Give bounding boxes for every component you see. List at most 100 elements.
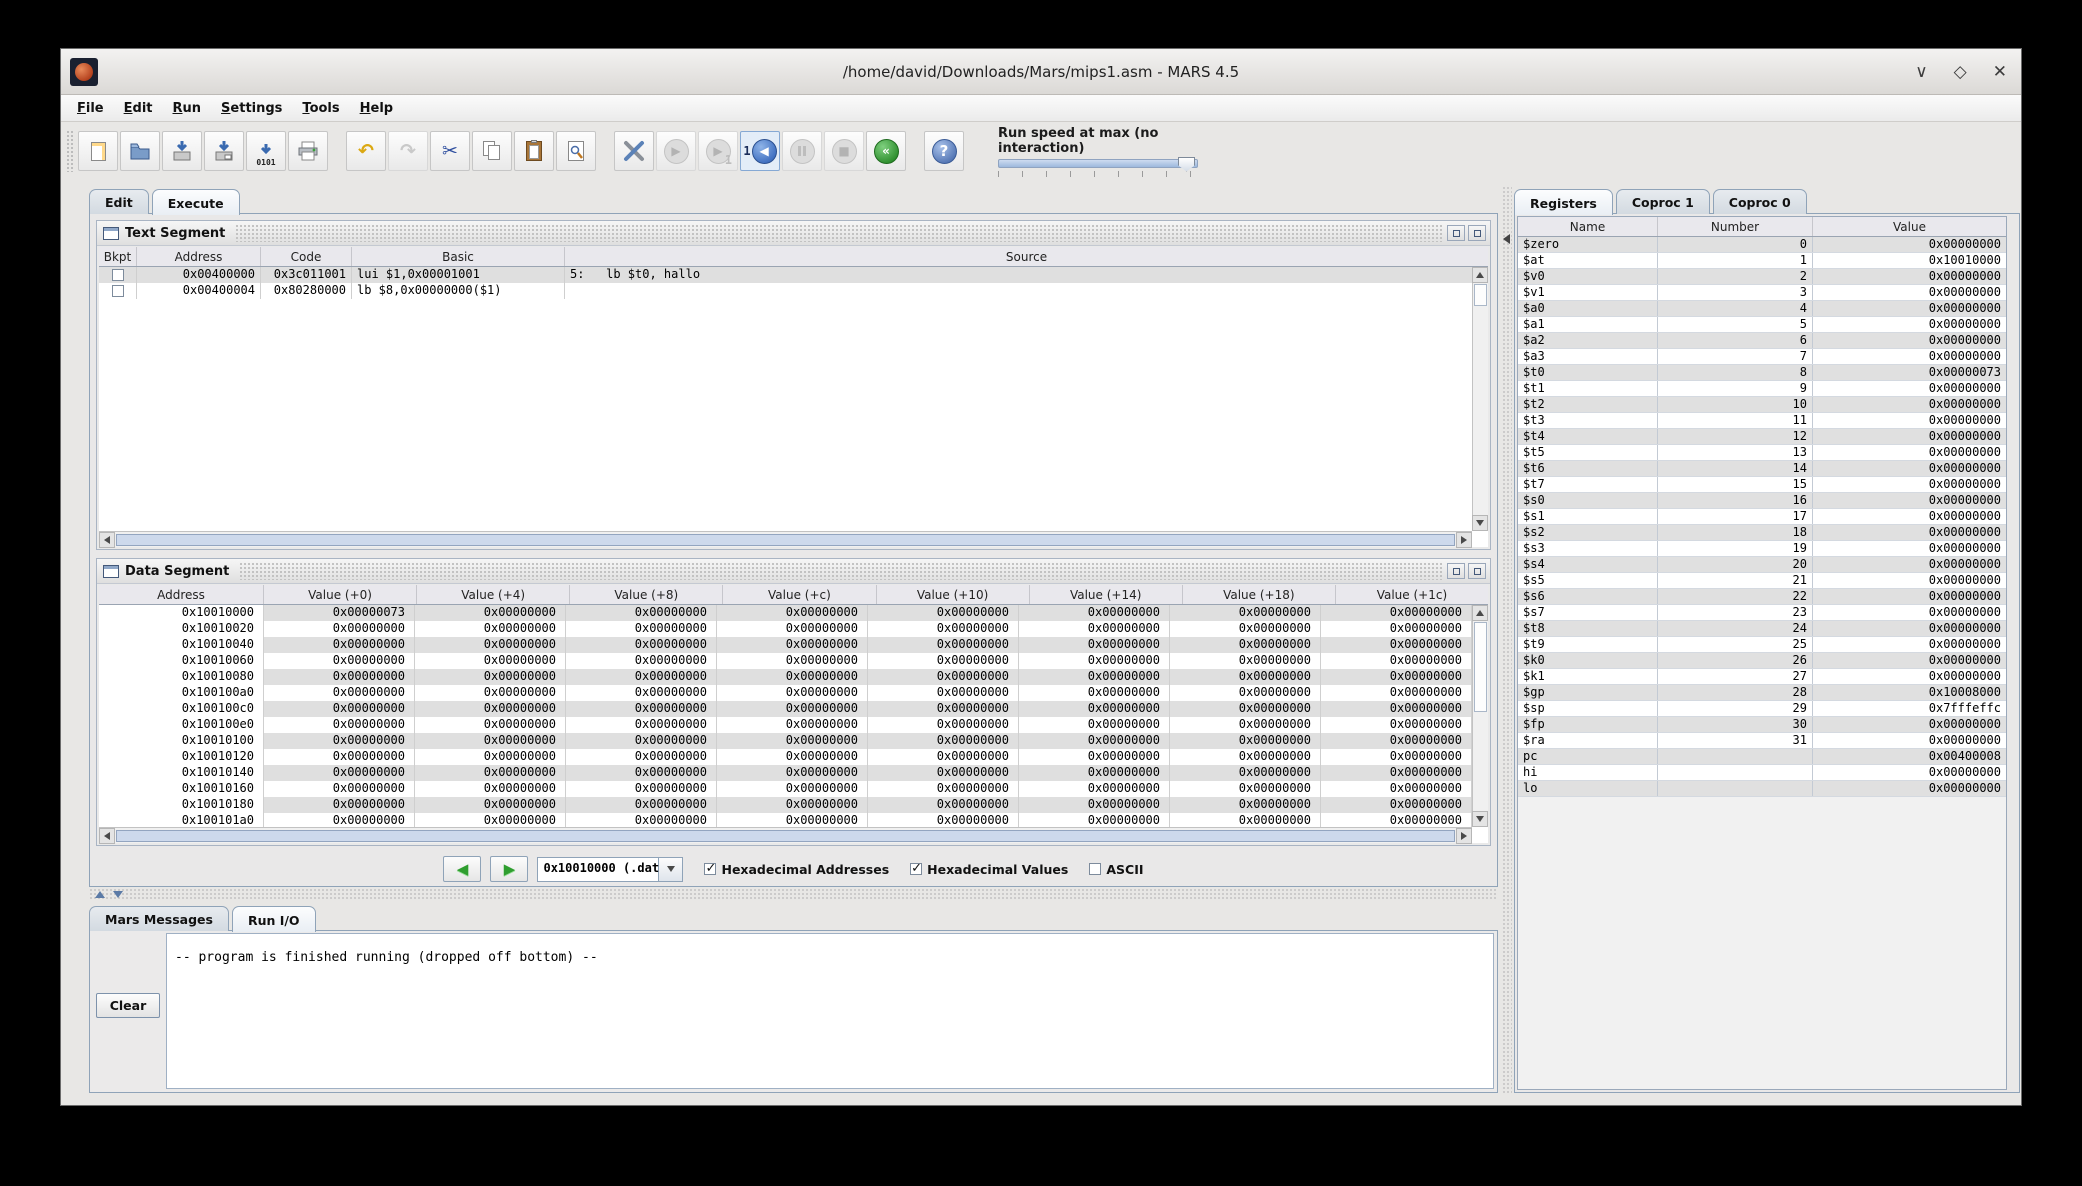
menu-file[interactable]: File bbox=[67, 98, 114, 119]
memory-value-cell[interactable]: 0x00000000 bbox=[1019, 621, 1170, 637]
register-value[interactable]: 0x00000000 bbox=[1813, 349, 2006, 364]
tab-edit[interactable]: Edit bbox=[89, 189, 149, 214]
memory-value-cell[interactable]: 0x00000000 bbox=[868, 653, 1019, 669]
memory-value-cell[interactable]: 0x00000000 bbox=[415, 749, 566, 765]
register-value[interactable]: 0x00000000 bbox=[1813, 733, 2006, 748]
memory-value-cell[interactable]: 0x00000000 bbox=[264, 765, 415, 781]
data-segment-titlebar[interactable]: Data Segment bbox=[97, 559, 1490, 584]
memory-value-cell[interactable]: 0x00000000 bbox=[717, 669, 868, 685]
memory-value-cell[interactable]: 0x00000000 bbox=[415, 765, 566, 781]
memory-value-cell[interactable]: 0x00000000 bbox=[264, 701, 415, 717]
memory-value-cell[interactable]: 0x00000000 bbox=[1321, 637, 1472, 653]
register-value[interactable]: 0x00000000 bbox=[1813, 397, 2006, 412]
help-button[interactable]: ? bbox=[924, 131, 964, 171]
restore-frame-button[interactable] bbox=[1447, 225, 1465, 241]
memory-value-cell[interactable]: 0x00000000 bbox=[1019, 781, 1170, 797]
memory-value-cell[interactable]: 0x00000000 bbox=[868, 717, 1019, 733]
memory-value-cell[interactable]: 0x00000000 bbox=[566, 685, 717, 701]
register-value[interactable]: 0x00000000 bbox=[1813, 653, 2006, 668]
menu-run[interactable]: Run bbox=[163, 98, 212, 119]
memory-value-cell[interactable]: 0x00000000 bbox=[1170, 733, 1321, 749]
paste-button[interactable] bbox=[514, 131, 554, 171]
memory-value-cell[interactable]: 0x00000000 bbox=[1170, 669, 1321, 685]
memory-value-cell[interactable]: 0x00000000 bbox=[264, 653, 415, 669]
new-file-button[interactable] bbox=[78, 131, 118, 171]
memory-value-cell[interactable]: 0x00000000 bbox=[566, 765, 717, 781]
memory-value-cell[interactable]: 0x00000000 bbox=[1321, 701, 1472, 717]
memory-value-cell[interactable]: 0x00000000 bbox=[1170, 701, 1321, 717]
memory-value-cell[interactable]: 0x00000000 bbox=[1170, 685, 1321, 701]
reset-button[interactable]: « bbox=[866, 131, 906, 171]
maximize-frame-button[interactable] bbox=[1468, 563, 1486, 579]
memory-value-cell[interactable]: 0x00000000 bbox=[1321, 669, 1472, 685]
register-value[interactable]: 0x00000000 bbox=[1813, 317, 2006, 332]
memory-value-cell[interactable]: 0x00000000 bbox=[415, 653, 566, 669]
register-value[interactable]: 0x00000000 bbox=[1813, 573, 2006, 588]
memory-value-cell[interactable]: 0x00000000 bbox=[264, 813, 415, 827]
memory-value-cell[interactable]: 0x00000000 bbox=[264, 717, 415, 733]
register-value[interactable]: 0x00000000 bbox=[1813, 541, 2006, 556]
scroll-left-icon[interactable] bbox=[99, 828, 115, 844]
register-value[interactable]: 0x00000000 bbox=[1813, 717, 2006, 732]
memory-value-cell[interactable]: 0x00000000 bbox=[415, 813, 566, 827]
memory-value-cell[interactable]: 0x00000000 bbox=[1321, 685, 1472, 701]
memory-value-cell[interactable]: 0x00000000 bbox=[717, 637, 868, 653]
title-bar[interactable]: /home/david/Downloads/Mars/mips1.asm - M… bbox=[61, 49, 2021, 95]
memory-value-cell[interactable]: 0x00000000 bbox=[415, 605, 566, 621]
register-value[interactable]: 0x00000000 bbox=[1813, 621, 2006, 636]
collapse-down-icon[interactable] bbox=[113, 891, 123, 898]
register-value[interactable]: 0x00000000 bbox=[1813, 429, 2006, 444]
scroll-up-icon[interactable] bbox=[1472, 267, 1488, 283]
memory-value-cell[interactable]: 0x00000000 bbox=[1321, 781, 1472, 797]
memory-value-cell[interactable]: 0x00000000 bbox=[1019, 749, 1170, 765]
memory-value-cell[interactable]: 0x00000000 bbox=[264, 781, 415, 797]
memory-value-cell[interactable]: 0x00000000 bbox=[1019, 765, 1170, 781]
split-pane-divider[interactable] bbox=[89, 888, 1498, 901]
memory-value-cell[interactable]: 0x00000000 bbox=[1019, 637, 1170, 653]
memory-value-cell[interactable]: 0x00000000 bbox=[415, 781, 566, 797]
memory-value-cell[interactable]: 0x00000000 bbox=[264, 749, 415, 765]
memory-value-cell[interactable]: 0x00000000 bbox=[566, 637, 717, 653]
memory-value-cell[interactable]: 0x00000000 bbox=[566, 797, 717, 813]
run-speed-slider-thumb[interactable] bbox=[1178, 157, 1195, 172]
memory-value-cell[interactable]: 0x00000000 bbox=[868, 733, 1019, 749]
memory-value-cell[interactable]: 0x00000000 bbox=[1019, 797, 1170, 813]
memory-value-cell[interactable]: 0x00000000 bbox=[1019, 605, 1170, 621]
memory-value-cell[interactable]: 0x00000000 bbox=[717, 797, 868, 813]
memory-value-cell[interactable]: 0x00000000 bbox=[264, 637, 415, 653]
register-value[interactable]: 0x00000000 bbox=[1813, 445, 2006, 460]
collapse-up-icon[interactable] bbox=[95, 891, 105, 898]
menu-edit[interactable]: Edit bbox=[114, 98, 163, 119]
memory-value-cell[interactable]: 0x00000000 bbox=[868, 685, 1019, 701]
memory-value-cell[interactable]: 0x00000000 bbox=[264, 669, 415, 685]
tab-registers[interactable]: Registers bbox=[1514, 189, 1613, 215]
maximize-frame-button[interactable] bbox=[1468, 225, 1486, 241]
scrollbar-thumb[interactable] bbox=[116, 534, 1455, 546]
run-button[interactable]: ▶ bbox=[656, 131, 696, 171]
scroll-up-icon[interactable] bbox=[1472, 605, 1488, 621]
register-value[interactable]: 0x00000000 bbox=[1813, 461, 2006, 476]
pause-button[interactable] bbox=[782, 131, 822, 171]
memory-value-cell[interactable]: 0x00000000 bbox=[717, 685, 868, 701]
memory-value-cell[interactable]: 0x00000000 bbox=[566, 781, 717, 797]
register-value[interactable]: 0x00000000 bbox=[1813, 333, 2006, 348]
backstep-button[interactable]: 1 ◀ bbox=[740, 131, 780, 171]
next-memory-button[interactable]: ▶ bbox=[490, 856, 528, 882]
memory-value-cell[interactable]: 0x00000000 bbox=[566, 701, 717, 717]
menu-help[interactable]: Help bbox=[350, 98, 403, 119]
memory-value-cell[interactable]: 0x00000000 bbox=[264, 621, 415, 637]
memory-value-cell[interactable]: 0x00000000 bbox=[1170, 653, 1321, 669]
memory-value-cell[interactable]: 0x00000000 bbox=[566, 669, 717, 685]
memory-value-cell[interactable]: 0x00000000 bbox=[1321, 653, 1472, 669]
scroll-down-icon[interactable] bbox=[1472, 811, 1488, 827]
memory-value-cell[interactable]: 0x00000000 bbox=[264, 797, 415, 813]
memory-value-cell[interactable]: 0x00000000 bbox=[1170, 621, 1321, 637]
register-value[interactable]: 0x00000000 bbox=[1813, 669, 2006, 684]
redo-button[interactable]: ↷ bbox=[388, 131, 428, 171]
memory-value-cell[interactable]: 0x00000000 bbox=[415, 685, 566, 701]
save-button[interactable] bbox=[162, 131, 202, 171]
memory-value-cell[interactable]: 0x00000000 bbox=[1019, 669, 1170, 685]
memory-value-cell[interactable]: 0x00000073 bbox=[264, 605, 415, 621]
memory-value-cell[interactable]: 0x00000000 bbox=[566, 605, 717, 621]
maximize-icon[interactable]: ◇ bbox=[1954, 62, 1967, 82]
